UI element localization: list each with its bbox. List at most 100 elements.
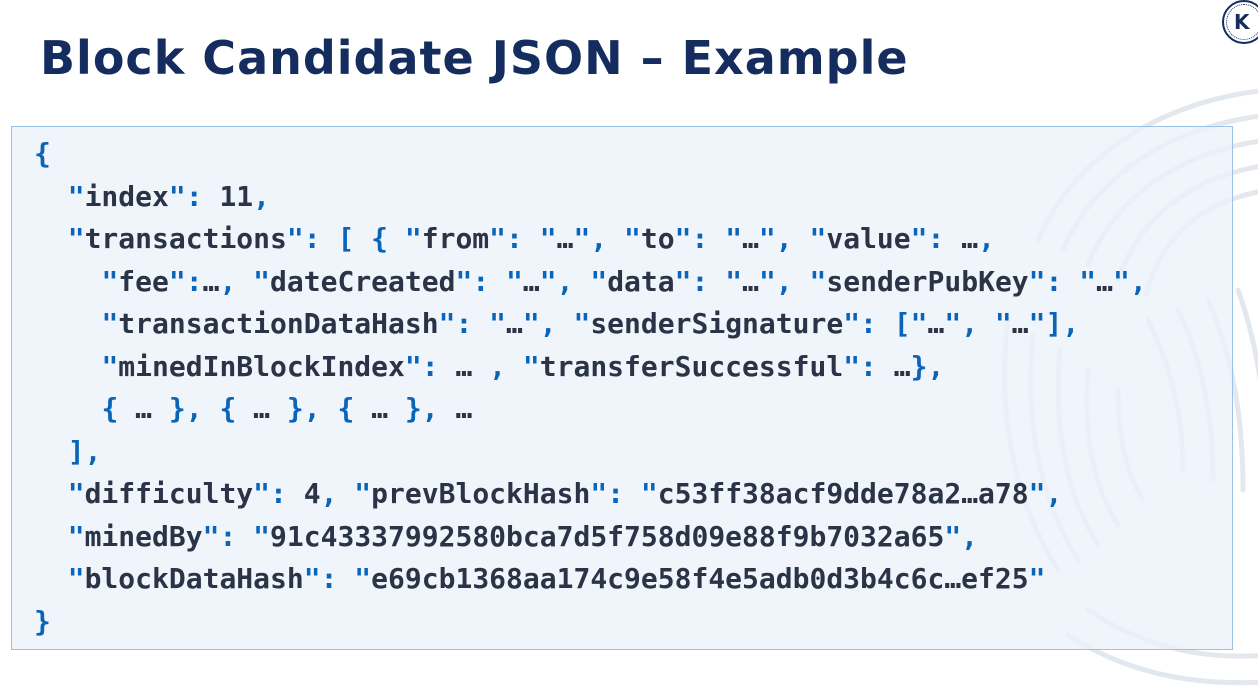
json-punctuation: ],: [67, 434, 102, 468]
json-value: e69cb1368aa174c9e58f4e5adb0d3b4c6c…ef25: [371, 562, 1029, 595]
json-value: 91c43337992580bca7d5f758d09e88f9b7032a65: [270, 519, 945, 553]
json-key: from: [421, 222, 490, 255]
json-punctuation: ", ": [522, 307, 591, 340]
json-punctuation: ":: [404, 349, 456, 383]
json-punctuation: , ": [472, 349, 540, 383]
logo-badge: K: [1222, 0, 1258, 44]
json-key: transactionDataHash: [118, 307, 439, 340]
json-punctuation: ": ": [303, 562, 372, 595]
json-punctuation: ":: [843, 349, 894, 383]
json-key: difficulty: [84, 477, 254, 510]
json-punctuation: ": [67, 179, 85, 213]
json-punctuation: }: [34, 604, 51, 638]
json-value: …: [927, 307, 945, 340]
code-line: "minedBy": "91c43337992580bca7d5f758d09e…: [34, 516, 978, 558]
json-key: senderPubKey: [826, 264, 1029, 298]
json-value: …: [202, 264, 220, 298]
json-value: 11: [219, 179, 254, 213]
json-value: …: [522, 264, 540, 298]
code-line: "fee":…, "dateCreated": "…", "data": "…"…: [34, 261, 1147, 303]
json-value: …: [455, 349, 473, 383]
json-punctuation: ":: [168, 264, 203, 298]
json-punctuation: ":: [910, 222, 962, 255]
json-punctuation: , ": [320, 477, 372, 510]
code-line: "index": 11,: [34, 176, 270, 218]
json-key: data: [607, 264, 675, 298]
json-value: c53ff38acf9dde78a2…a78: [657, 477, 1029, 510]
json-punctuation: ": [101, 307, 119, 340]
json-punctuation: "],: [1028, 307, 1080, 340]
json-punctuation: ": ": [202, 519, 271, 553]
json-punctuation: ": [": [843, 307, 928, 340]
json-value: …: [253, 392, 271, 425]
json-punctuation: ": [67, 562, 85, 595]
code-line: "transactionDataHash": "…", "senderSigna…: [34, 303, 1079, 345]
json-punctuation: ": ": [590, 477, 658, 510]
json-punctuation: ":: [168, 179, 220, 213]
json-key: index: [84, 179, 169, 213]
json-punctuation: },: [388, 392, 456, 425]
code-line: {: [34, 133, 51, 175]
json-value: …: [455, 392, 473, 425]
json-value: …: [742, 222, 759, 255]
json-punctuation: ,: [253, 179, 271, 213]
json-key: to: [640, 222, 675, 255]
json-value: …: [1011, 307, 1029, 340]
json-key: prevBlockHash: [371, 477, 591, 510]
code-line: { … }, { … }, { … }, …: [34, 388, 472, 430]
json-key: value: [826, 222, 911, 255]
json-key: dateCreated: [270, 264, 456, 298]
json-value: …: [371, 392, 389, 425]
code-line: ],: [34, 431, 102, 473]
json-punctuation: ": [67, 477, 85, 510]
code-line: "minedInBlockIndex": … , "transferSucces…: [34, 346, 944, 388]
json-value: …: [742, 264, 759, 298]
json-punctuation: ":: [253, 477, 304, 510]
json-punctuation: ": [1028, 562, 1046, 595]
json-punctuation: ", ": [944, 307, 1012, 340]
json-code-panel: { "index": 11, "transactions": [ { "from…: [11, 126, 1233, 650]
json-key: blockDataHash: [84, 562, 304, 595]
json-punctuation: },: [910, 349, 945, 383]
json-punctuation: ": ": [1028, 264, 1097, 298]
json-punctuation: ,: [978, 222, 995, 255]
json-punctuation: ",: [1112, 264, 1147, 298]
code-line: "transactions": [ { "from": "…", "to": "…: [34, 218, 995, 260]
json-value: …: [506, 307, 523, 340]
json-punctuation: ": ": [674, 264, 743, 298]
json-punctuation: ", ": [758, 222, 827, 255]
json-punctuation: }, {: [270, 392, 372, 425]
json-punctuation: ", ": [758, 264, 827, 298]
json-value: …: [961, 222, 979, 255]
json-key: minedInBlockIndex: [118, 349, 405, 383]
json-punctuation: ", ": [573, 222, 641, 255]
json-value: …: [893, 349, 911, 383]
code-line: "difficulty": 4, "prevBlockHash": "c53ff…: [34, 473, 1063, 515]
json-punctuation: ", ": [539, 264, 608, 298]
json-punctuation: {: [101, 392, 136, 425]
json-key: senderSignature: [590, 307, 844, 340]
json-punctuation: ": [101, 264, 119, 298]
json-punctuation: , ": [219, 264, 271, 298]
code-line: }: [34, 601, 51, 643]
json-value: 4: [303, 477, 321, 510]
json-punctuation: ": ": [489, 222, 557, 255]
json-punctuation: ": ": [674, 222, 743, 255]
json-punctuation: }, {: [152, 392, 254, 425]
json-punctuation: ": [67, 519, 85, 553]
slide-title: Block Candidate JSON – Example: [40, 31, 909, 85]
json-value: …: [135, 392, 153, 425]
json-punctuation: ": ": [438, 307, 507, 340]
json-key: transferSuccessful: [539, 349, 844, 383]
json-punctuation: ": ": [455, 264, 523, 298]
json-key: transactions: [84, 222, 287, 255]
json-value: …: [1096, 264, 1113, 298]
